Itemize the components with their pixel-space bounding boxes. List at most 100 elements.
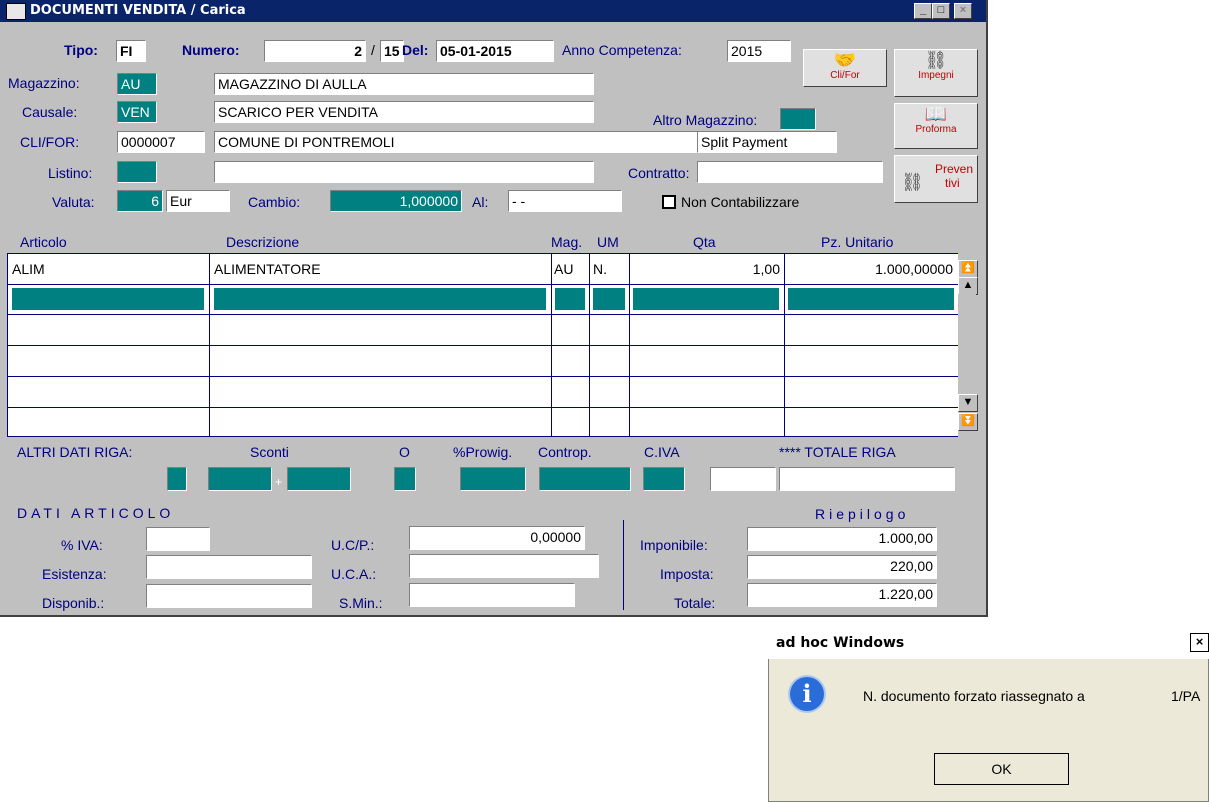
sconto1-field[interactable]	[208, 467, 272, 491]
row1-prezzo[interactable]: 1.000,00000	[787, 258, 953, 280]
altri-dati-riga-label: ALTRI DATI RIGA:	[17, 444, 133, 460]
clifor-code-field[interactable]: 0000007	[117, 131, 205, 153]
tipo-label: Tipo:	[64, 42, 98, 58]
totale-label: Totale:	[674, 595, 716, 611]
imposta-field[interactable]: 220,00	[747, 555, 937, 579]
row1-articolo[interactable]: ALIM	[12, 258, 45, 280]
altro-magazzino-field[interactable]	[780, 108, 816, 130]
book-icon: 📖	[924, 104, 948, 124]
grid-line	[7, 407, 959, 408]
ok-button[interactable]: OK	[934, 753, 1069, 785]
dialog-titlebar[interactable]: ad hoc Windows	[768, 629, 1209, 659]
totale-riga-field[interactable]	[779, 467, 955, 491]
row2-descrizione-cell[interactable]	[214, 288, 546, 310]
close-button[interactable]: ×	[954, 3, 972, 19]
scroll-down-icon[interactable]: ▼	[958, 394, 978, 412]
window-titlebar[interactable]: DOCUMENTI VENDITA / Carica _ □ ×	[0, 0, 986, 22]
contropartita-field[interactable]	[539, 467, 631, 491]
impegni-button[interactable]: ⛓ Impegni	[894, 49, 978, 97]
scroll-up-icon[interactable]: ▲	[958, 277, 978, 295]
al-date-field[interactable]: - -	[508, 190, 622, 212]
causale-code-field[interactable]: VEN	[117, 101, 157, 123]
preventivi-button[interactable]: ⛓ Preven tivi	[894, 155, 978, 203]
handshake-icon: 🤝	[833, 50, 857, 70]
sconti-plus: +	[275, 475, 283, 489]
non-contabilizzare-checkbox[interactable]	[662, 195, 676, 209]
listino-code-field[interactable]	[117, 161, 157, 183]
row2-mag-cell[interactable]	[555, 288, 585, 310]
dialog-title: ad hoc Windows	[776, 635, 905, 651]
proforma-button[interactable]: 📖 Proforma	[894, 103, 978, 149]
sconto2-field[interactable]	[287, 467, 351, 491]
row2-prezzo-cell[interactable]	[788, 288, 954, 310]
causale-desc-field[interactable]: SCARICO PER VENDITA	[214, 101, 594, 123]
numero-field[interactable]: 2	[264, 40, 366, 62]
grid-header-mag: Mag.	[551, 234, 583, 250]
chain-icon-2: ⛓	[901, 172, 924, 192]
uca-label: U.C.A.:	[331, 566, 377, 582]
provvigione-label: %Prowig.	[453, 444, 513, 460]
date-field[interactable]: 05-01-2015	[436, 40, 554, 62]
non-contabilizzare-label: Non Contabilizzare	[681, 194, 800, 210]
omaggio-field[interactable]	[394, 467, 416, 491]
uca-field[interactable]	[409, 554, 599, 578]
dialog-close-icon[interactable]: ×	[1190, 633, 1209, 652]
totale-field[interactable]: 1.220,00	[747, 583, 937, 607]
disponibilita-field[interactable]	[146, 584, 312, 608]
preventivi-label-2: tivi	[945, 176, 960, 190]
magazzino-desc-field[interactable]: MAGAZZINO DI AULLA	[214, 73, 594, 95]
provvigione-field[interactable]	[460, 467, 526, 491]
valuta-desc-field[interactable]: Eur	[166, 190, 230, 212]
riga-tipo-field[interactable]	[167, 467, 187, 491]
totale-riga-prefix-field[interactable]	[710, 467, 776, 491]
esistenza-field[interactable]	[146, 555, 312, 579]
cambio-label: Cambio:	[248, 194, 301, 210]
clifor-button[interactable]: 🤝 Cli/For	[803, 49, 887, 87]
contratto-field[interactable]	[697, 161, 883, 183]
disponibilita-label: Disponib.:	[42, 595, 105, 611]
split-payment-field[interactable]: Split Payment	[697, 131, 837, 153]
row2-um-cell[interactable]	[593, 288, 625, 310]
contropartita-label: Controp.	[538, 444, 592, 460]
clifor-button-label: Cli/For	[830, 70, 860, 81]
row1-qta[interactable]: 1,00	[632, 258, 780, 280]
sconti-label: Sconti	[250, 444, 289, 460]
cambio-field[interactable]: 1,000000	[330, 190, 462, 212]
anno-competenza-field[interactable]: 2015	[727, 40, 791, 62]
grid-scrollbar[interactable]: ⏫ ▲ ▼ ⏬	[958, 253, 978, 437]
minimize-button[interactable]: _	[914, 3, 932, 19]
grid-header-qta: Qta	[693, 234, 716, 250]
magazzino-code-field[interactable]: AU	[117, 73, 157, 95]
scroll-bottom-icon[interactable]: ⏬	[958, 413, 978, 431]
imponibile-field[interactable]: 1.000,00	[747, 527, 937, 551]
iva-field[interactable]	[146, 527, 210, 551]
clifor-desc-field[interactable]: COMUNE DI PONTREMOLI	[214, 131, 698, 153]
tipo-field[interactable]: FI	[116, 40, 146, 62]
row2-articolo-cell[interactable]	[12, 288, 204, 310]
scroll-top-icon[interactable]: ⏫	[958, 260, 978, 278]
row1-descrizione[interactable]: ALIMENTATORE	[214, 258, 321, 280]
app-icon	[6, 3, 26, 20]
valuta-code-field[interactable]: 6	[117, 190, 163, 212]
codice-iva-field[interactable]	[643, 467, 685, 491]
riepilogo-separator	[623, 520, 624, 610]
valuta-label: Valuta:	[52, 194, 95, 210]
ucp-label: U.C/P.:	[331, 537, 375, 553]
maximize-button[interactable]: □	[932, 3, 950, 19]
scorta-minima-field[interactable]	[409, 583, 575, 607]
al-label: Al:	[472, 194, 489, 210]
totale-riga-label: **** TOTALE RIGA	[779, 444, 896, 460]
scroll-track[interactable]	[958, 294, 976, 394]
scorta-minima-label: S.Min.:	[339, 595, 383, 611]
imponibile-label: Imponibile:	[640, 537, 708, 553]
row2-qta-cell[interactable]	[633, 288, 779, 310]
listino-desc-field[interactable]	[214, 161, 594, 183]
anno-competenza-label: Anno Competenza:	[562, 42, 682, 58]
listino-label: Listino:	[48, 165, 93, 181]
numero-suffix-field[interactable]: 15	[380, 40, 404, 62]
ucp-field[interactable]: 0,00000	[409, 526, 585, 550]
contratto-label: Contratto:	[628, 165, 690, 181]
row1-mag[interactable]: AU	[554, 258, 573, 280]
altro-magazzino-label: Altro Magazzino:	[653, 112, 758, 128]
row1-um[interactable]: N.	[593, 258, 607, 280]
